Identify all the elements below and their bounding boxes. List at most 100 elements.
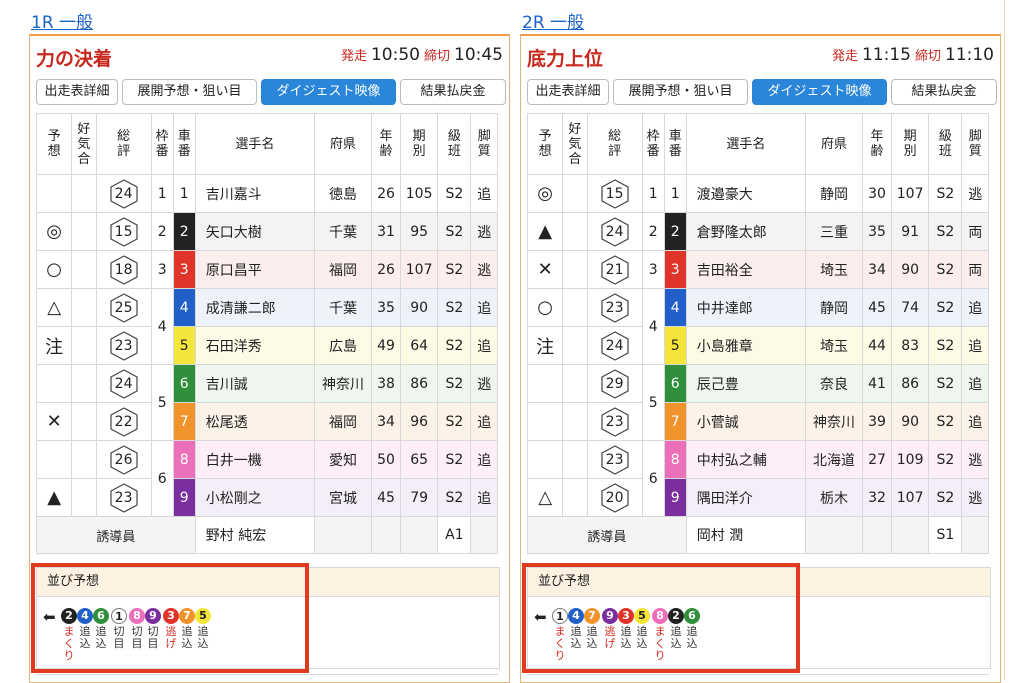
prediction-mark-cell: ○ (526, 288, 564, 327)
table-row: ✕ 22 7 松尾透 福岡 34 96 S2 追 (35, 402, 498, 441)
guide-empty (890, 516, 930, 554)
prediction-mark-cell: ◎ (35, 212, 73, 251)
car-number: 4 (172, 288, 196, 327)
form-cell (562, 250, 588, 289)
rating-value: 23 (605, 451, 624, 468)
table-row: ◎ 15 2 2 矢口大樹 千葉 31 95 S2 逃 (35, 212, 498, 251)
form-cell (71, 250, 97, 289)
table-row: 注 24 5 小島雅章 埼玉 44 83 S2 追 (526, 326, 989, 365)
rating-cell: 21 (586, 250, 643, 289)
racer-age: 38 (371, 364, 401, 403)
racer-term: 86 (399, 364, 439, 403)
prediction-mark: ✕ (537, 259, 553, 280)
frame-number: 5 (150, 364, 174, 441)
tab-results-payout[interactable]: 結果払戻金 (400, 79, 506, 105)
prediction-mark-cell: ▲ (35, 478, 73, 517)
rating-cell: 24 (95, 174, 152, 213)
form-cell (71, 440, 97, 479)
racer-name: 隅田洋介 (685, 478, 806, 517)
column-header-label: 級班 (447, 129, 461, 159)
racer-pref: 三重 (804, 212, 864, 251)
close-time-label: 締切 (423, 49, 450, 64)
race-title-link[interactable]: 2R 一般 (522, 8, 584, 33)
racer-style: 追 (470, 478, 498, 517)
racer-style: 追 (961, 326, 989, 365)
rating-value: 21 (605, 261, 624, 278)
guide-empty (470, 516, 498, 554)
tab-results-payout[interactable]: 結果払戻金 (891, 79, 997, 105)
prediction-mark: △ (47, 297, 62, 318)
frame-number: 1 (150, 174, 174, 213)
guide-empty (313, 516, 373, 554)
racer-term: 107 (890, 478, 930, 517)
race-times: 発走 10:50 締切 10:45 (337, 45, 503, 65)
racer-pref: 奈良 (804, 364, 864, 403)
rating-hexagon-icon: 25 (109, 292, 139, 323)
tab-entry-details[interactable]: 出走表詳細 (36, 79, 118, 105)
rating-cell: 29 (586, 364, 643, 403)
guide-class: A1 (437, 516, 472, 554)
racer-name: 中井達郎 (685, 288, 806, 327)
racer-style: 追 (961, 288, 989, 327)
form-cell (71, 174, 97, 213)
rating-hexagon-icon: 21 (600, 254, 630, 285)
column-header-label: 年齢 (379, 129, 393, 159)
rating-value: 25 (114, 299, 133, 316)
rating-value: 23 (114, 489, 133, 506)
rating-hexagon-icon: 26 (109, 444, 139, 475)
car-number: 9 (663, 478, 687, 517)
car-number: 1 (172, 174, 196, 213)
tab-race-prediction[interactable]: 展開予想・狙い目 (613, 79, 748, 105)
race-title-link[interactable]: 1R 一般 (31, 8, 93, 33)
guide-label: 誘導員 (527, 516, 687, 554)
table-header-row: 予想 好気合 総評 枠番 車番 選手名 府県 年齢 期別 級班 脚質 (526, 113, 989, 175)
tab-entry-details[interactable]: 出走表詳細 (527, 79, 609, 105)
racer-name: 渡邉豪大 (685, 174, 806, 213)
close-time: 11:10 (945, 45, 994, 65)
racer-pref: 福岡 (313, 402, 373, 441)
tab-digest-video[interactable]: ダイジェスト映像 (261, 79, 396, 105)
racer-name: 吉川誠 (194, 364, 315, 403)
rating-value: 23 (605, 299, 624, 316)
car-number: 3 (172, 250, 196, 289)
racer-age: 32 (862, 478, 892, 517)
rating-hexagon-icon: 23 (109, 482, 139, 513)
racer-age: 44 (862, 326, 892, 365)
form-cell (562, 478, 588, 517)
rating-hexagon-icon: 24 (109, 368, 139, 399)
racer-style: 逃 (961, 440, 989, 479)
entry-table: 予想 好気合 総評 枠番 車番 選手名 府県 年齢 期別 級班 脚質 24 1 1 吉川嘉斗 徳島 26 105 S… (35, 113, 498, 554)
rating-hexagon-icon: 22 (109, 406, 139, 437)
racer-age: 50 (371, 440, 401, 479)
tab-race-prediction[interactable]: 展開予想・狙い目 (122, 79, 257, 105)
rating-value: 15 (605, 185, 624, 202)
racer-class: S2 (437, 174, 472, 213)
car-number: 9 (172, 478, 196, 517)
close-time-label: 締切 (914, 49, 941, 64)
rating-hexagon-icon: 23 (600, 406, 630, 437)
table-row: 23 6 8 中村弘之輔 北海道 27 109 S2 逃 (526, 440, 989, 517)
racer-name: 小菅誠 (685, 402, 806, 441)
rating-value: 23 (114, 337, 133, 354)
racer-age: 27 (862, 440, 892, 479)
racer-term: 83 (890, 326, 930, 365)
column-header-label: 期別 (903, 129, 917, 159)
racer-name: 倉野隆太郎 (685, 212, 806, 251)
frame-number: 5 (641, 364, 665, 441)
form-cell (71, 402, 97, 441)
prediction-mark: ◎ (46, 221, 62, 242)
column-header-waku: 枠番 (150, 113, 174, 175)
racer-pref: 北海道 (804, 440, 864, 479)
column-header-name: 選手名 (685, 113, 806, 175)
racer-term: 65 (399, 440, 439, 479)
table-row: ▲ 24 2 2 倉野隆太郎 三重 35 91 S2 両 (526, 212, 989, 251)
form-cell (71, 364, 97, 403)
form-cell (562, 402, 588, 441)
racer-pref: 神奈川 (804, 402, 864, 441)
rating-value: 18 (114, 261, 133, 278)
racer-term: 105 (399, 174, 439, 213)
racer-name: 小松剛之 (194, 478, 315, 517)
racer-pref: 埼玉 (804, 326, 864, 365)
tab-digest-video[interactable]: ダイジェスト映像 (752, 79, 887, 105)
form-cell (562, 326, 588, 365)
